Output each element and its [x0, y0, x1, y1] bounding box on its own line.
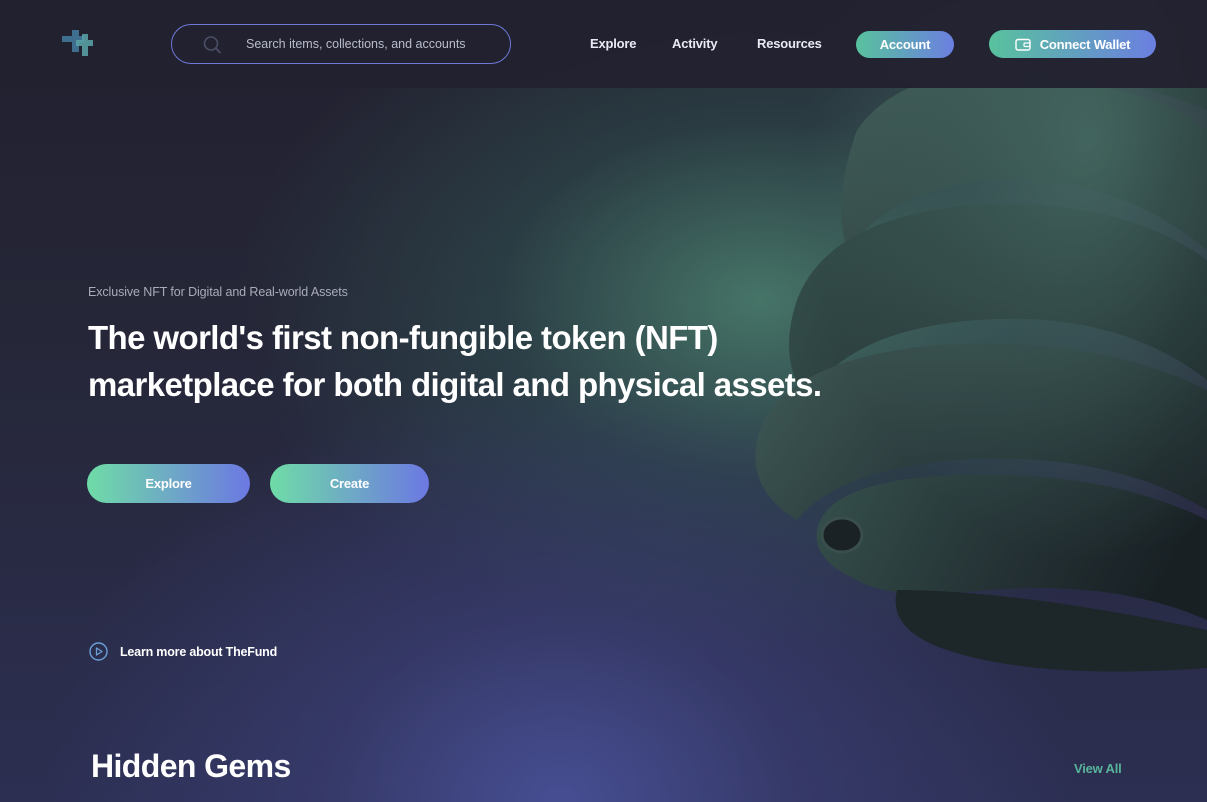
connect-wallet-label: Connect Wallet [1039, 36, 1131, 52]
hero-headline-line-1: The world's first non-fungible token (NF… [88, 319, 718, 356]
hero-create-label: Create [329, 476, 370, 491]
learn-more-label: Learn more about TheFund [120, 644, 278, 659]
hero-headline-line-2: marketplace for both digital and physica… [88, 366, 822, 403]
nav-resources-link[interactable]: Resources [757, 36, 822, 51]
nav-explore-link[interactable]: Explore [590, 36, 636, 51]
hero-create-button[interactable]: Create [270, 464, 429, 503]
hero-headline: The world's first non-fungible token (NF… [88, 314, 908, 408]
play-icon [89, 642, 108, 661]
logo-icon[interactable] [58, 28, 94, 60]
hero-explore-button[interactable]: Explore [87, 464, 250, 503]
nav-activity-link[interactable]: Activity [672, 36, 718, 51]
connect-wallet-button[interactable]: Connect Wallet [989, 30, 1156, 58]
account-button-label: Account [879, 37, 931, 52]
search-input[interactable] [246, 33, 496, 55]
account-button[interactable]: Account [856, 31, 954, 58]
learn-more-link[interactable]: Learn more about TheFund [89, 642, 277, 661]
hero-explore-label: Explore [145, 476, 192, 491]
hero-eyebrow: Exclusive NFT for Digital and Real-world… [88, 285, 348, 299]
search-bar[interactable] [171, 24, 511, 64]
wallet-icon [1014, 38, 1031, 51]
search-icon [203, 36, 221, 54]
hidden-gems-title: Hidden Gems [91, 748, 291, 784]
top-navigation-bar: Explore Activity Resources Account Conne… [0, 0, 1207, 88]
view-all-link[interactable]: View All [1074, 761, 1122, 776]
